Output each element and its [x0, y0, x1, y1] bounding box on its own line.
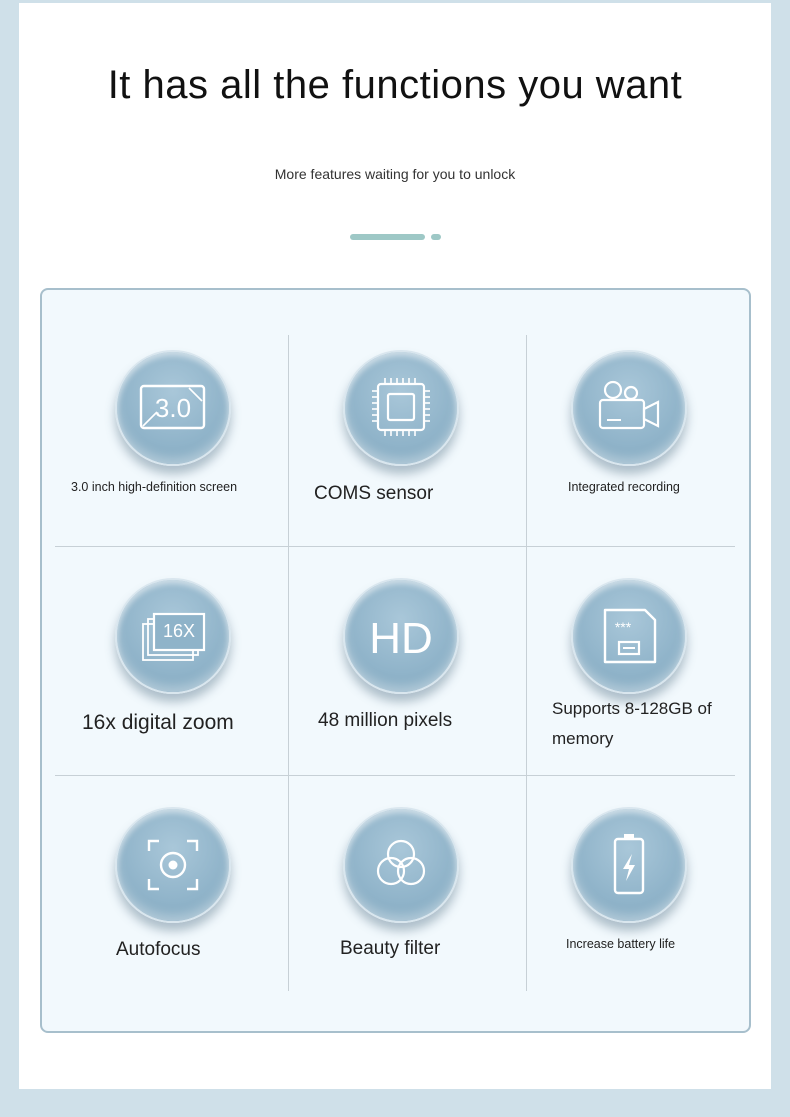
feature-label-pixels: 48 million pixels [318, 710, 453, 731]
filter-circles-icon [343, 807, 459, 923]
page-title: It has all the functions you want [107, 63, 683, 107]
memory-card-icon: *** [571, 578, 687, 694]
focus-icon [115, 807, 231, 923]
feature-label-autofocus: Autofocus [116, 939, 201, 960]
feature-label-battery: Increase battery life [566, 937, 676, 951]
battery-icon [571, 807, 687, 923]
grid-divider [55, 775, 735, 776]
hd-icon: HD [343, 578, 459, 694]
page: It has all the functions you want More f… [19, 3, 771, 1089]
grid-divider [288, 335, 289, 991]
chip-sensor-icon [343, 350, 459, 466]
svg-text:HD: HD [369, 614, 433, 663]
grid-divider [55, 546, 735, 547]
svg-text:16X: 16X [163, 621, 195, 641]
page-subtitle: More features waiting for you to unlock [274, 166, 516, 182]
screen-3-0-icon: 3.0 [115, 350, 231, 466]
feature-label-zoom: 16x digital zoom [82, 711, 234, 734]
svg-text:***: *** [615, 619, 632, 635]
zoom-16x-icon: 16X [115, 578, 231, 694]
decorative-dash-short [431, 234, 441, 240]
decorative-dash-long [350, 234, 425, 240]
video-camera-icon [571, 350, 687, 466]
features-card: 3.0 3.0 inch high-definition screen COMS… [40, 288, 751, 1033]
feature-label-sensor: COMS sensor [314, 483, 434, 504]
svg-text:3.0: 3.0 [155, 393, 191, 423]
feature-label-recording: Integrated recording [568, 480, 680, 494]
feature-label-beauty: Beauty filter [340, 938, 441, 959]
grid-divider [526, 335, 527, 991]
feature-label-memory: Supports 8-128GB of memory [552, 699, 712, 748]
feature-label-screen: 3.0 inch high-definition screen [71, 480, 238, 494]
